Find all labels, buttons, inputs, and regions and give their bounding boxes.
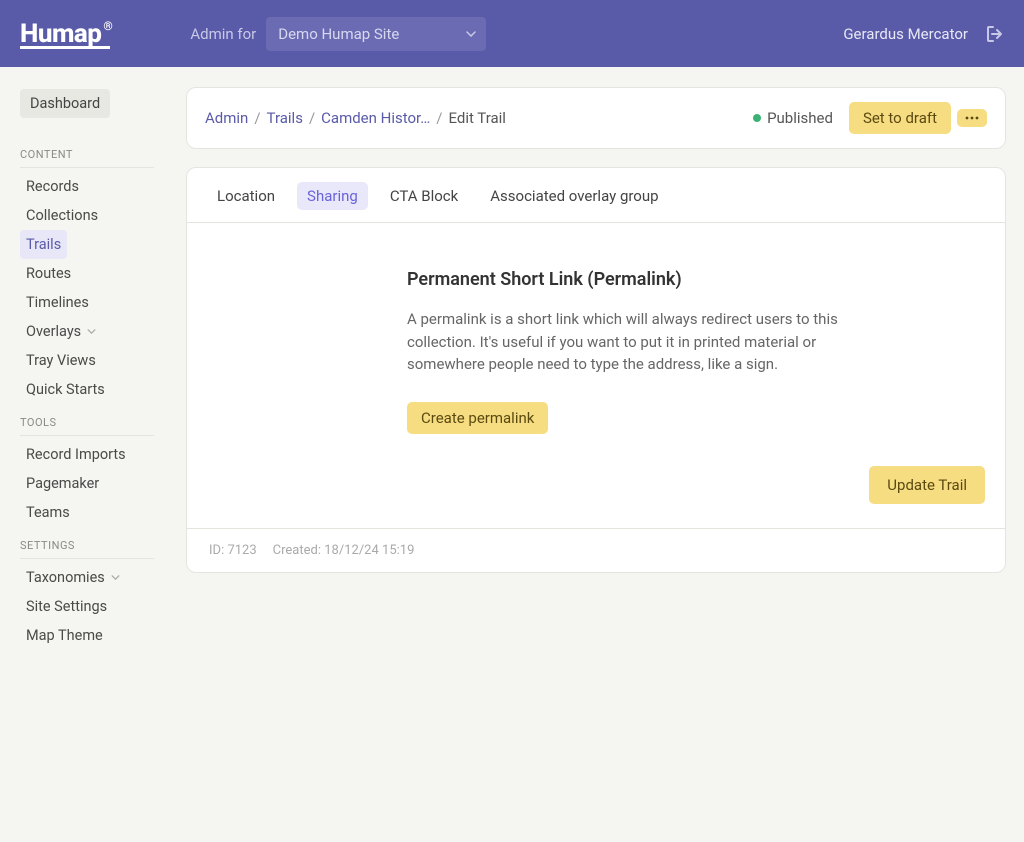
chevron-down-icon: [87, 329, 96, 334]
top-bar: Humap® Admin for Demo Humap Site Gerardu…: [0, 0, 1024, 67]
sidebar: Dashboard CONTENT Records Collections Tr…: [0, 67, 168, 842]
permalink-description: A permalink is a short link which will a…: [407, 308, 847, 376]
nav-section-settings: SETTINGS: [20, 539, 154, 559]
main-content: Admin / Trails / Camden Histor… / Edit T…: [168, 67, 1024, 842]
site-select-value: Demo Humap Site: [278, 25, 399, 43]
nav-item-quick-starts[interactable]: Quick Starts: [20, 375, 154, 404]
nav-dashboard[interactable]: Dashboard: [20, 89, 110, 118]
meta-created: Created: 18/12/24 15:19: [273, 543, 415, 558]
footer-meta: ID: 7123 Created: 18/12/24 15:19: [187, 528, 1005, 572]
create-permalink-button[interactable]: Create permalink: [407, 402, 548, 434]
crumb-admin[interactable]: Admin: [205, 109, 248, 127]
nav-item-map-theme[interactable]: Map Theme: [20, 621, 154, 650]
site-select[interactable]: Demo Humap Site: [266, 17, 486, 51]
tab-cta-block[interactable]: CTA Block: [380, 182, 468, 210]
nav-item-records[interactable]: Records: [20, 172, 154, 201]
tab-associated-overlay-group[interactable]: Associated overlay group: [480, 182, 668, 210]
update-row: Update Trail: [187, 454, 1005, 528]
nav-item-routes[interactable]: Routes: [20, 259, 154, 288]
nav-item-teams[interactable]: Teams: [20, 498, 154, 527]
nav-item-site-settings[interactable]: Site Settings: [20, 592, 154, 621]
admin-for-label: Admin for: [190, 25, 256, 43]
crumb-current: Edit Trail: [448, 109, 505, 127]
nav-item-record-imports[interactable]: Record Imports: [20, 440, 154, 469]
nav-item-pagemaker[interactable]: Pagemaker: [20, 469, 154, 498]
logo-dot: ®: [103, 19, 112, 33]
tab-location[interactable]: Location: [207, 182, 285, 210]
nav-section-tools: TOOLS: [20, 416, 154, 436]
nav-item-overlays[interactable]: Overlays: [20, 317, 154, 346]
username[interactable]: Gerardus Mercator: [843, 25, 968, 43]
ellipsis-icon: [965, 116, 979, 120]
logo[interactable]: Humap®: [20, 19, 110, 49]
chevron-down-icon: [111, 575, 120, 580]
permalink-heading: Permanent Short Link (Permalink): [407, 269, 847, 290]
nav-item-timelines[interactable]: Timelines: [20, 288, 154, 317]
tabs: Location Sharing CTA Block Associated ov…: [187, 168, 1005, 223]
chevron-down-icon: [466, 31, 476, 37]
meta-id: ID: 7123: [209, 543, 257, 558]
crumb-trail-name[interactable]: Camden Histor…: [321, 109, 430, 127]
content-card: Location Sharing CTA Block Associated ov…: [186, 167, 1006, 573]
nav-item-trails[interactable]: Trails: [20, 230, 67, 259]
publish-status: Published: [753, 109, 833, 127]
tab-sharing[interactable]: Sharing: [297, 182, 368, 210]
update-trail-button[interactable]: Update Trail: [869, 466, 985, 504]
nav-item-collections[interactable]: Collections: [20, 201, 154, 230]
header-card: Admin / Trails / Camden Histor… / Edit T…: [186, 87, 1006, 149]
nav-item-taxonomies[interactable]: Taxonomies: [20, 563, 154, 592]
sharing-panel: Permanent Short Link (Permalink) A perma…: [187, 223, 1005, 454]
nav-item-tray-views[interactable]: Tray Views: [20, 346, 154, 375]
breadcrumb: Admin / Trails / Camden Histor… / Edit T…: [205, 109, 753, 127]
status-dot-icon: [753, 114, 761, 122]
nav-section-content: CONTENT: [20, 148, 154, 168]
status-label: Published: [767, 109, 833, 127]
logo-text: Humap: [20, 19, 101, 49]
logout-icon[interactable]: [986, 25, 1004, 43]
crumb-trails[interactable]: Trails: [267, 109, 303, 127]
set-to-draft-button[interactable]: Set to draft: [849, 102, 951, 134]
more-actions-button[interactable]: [957, 109, 987, 127]
